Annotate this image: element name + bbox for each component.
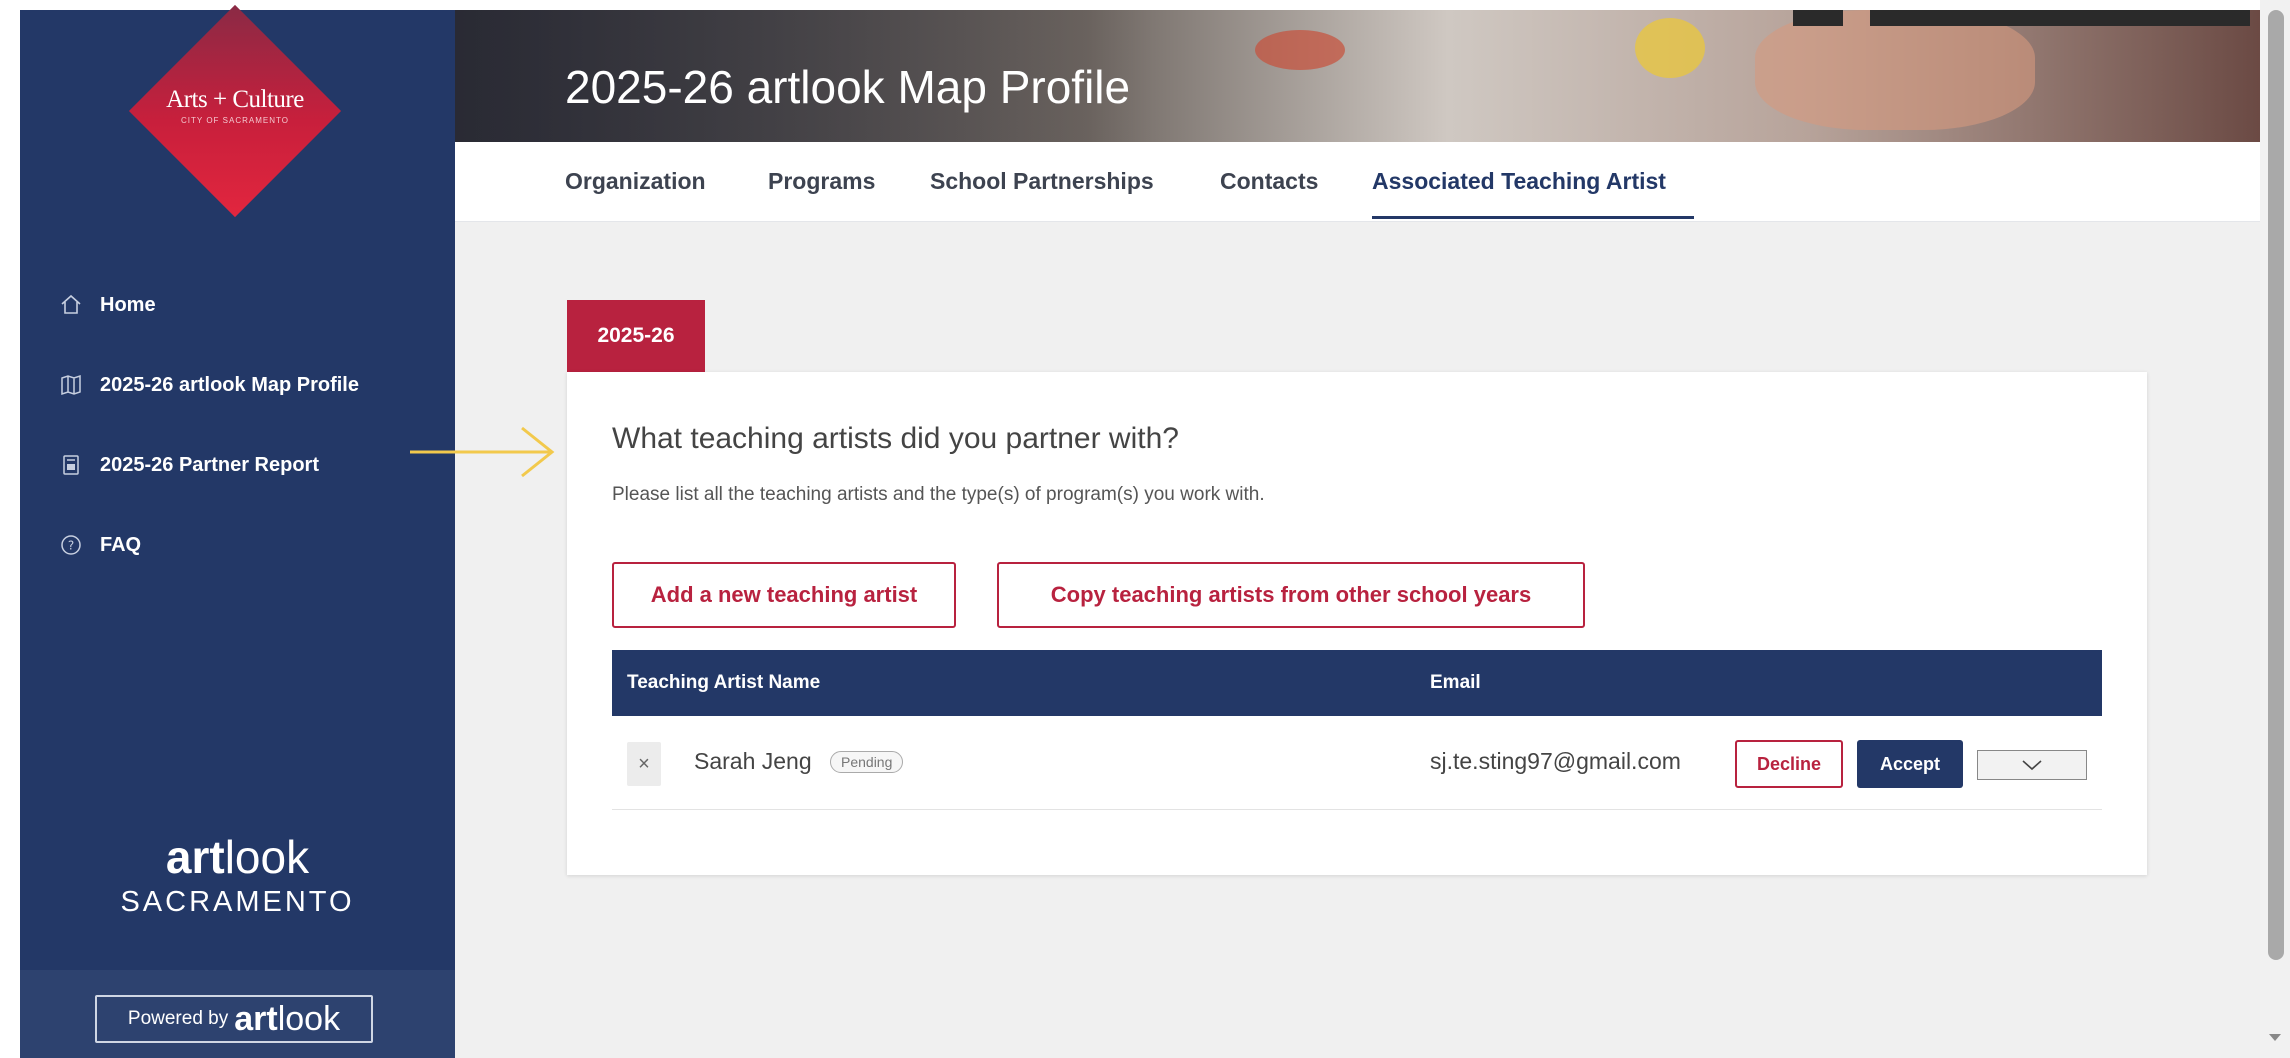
arts-culture-logo[interactable]: Arts + Culture CITY OF SACRAMENTO — [128, 4, 342, 218]
map-icon — [58, 372, 84, 398]
add-teaching-artist-button[interactable]: Add a new teaching artist — [612, 562, 956, 628]
app-window: Arts + Culture CITY OF SACRAMENTO Home 2… — [0, 0, 2290, 1058]
remove-artist-button[interactable]: × — [627, 742, 661, 786]
column-header-email: Email — [1430, 672, 1481, 693]
annotation-arrow-icon — [410, 426, 555, 478]
artlook-sacramento-logo: artlook SACRAMENTO — [20, 830, 455, 919]
scroll-down-arrow-icon[interactable] — [2268, 1030, 2282, 1044]
sidebar-item-label: FAQ — [100, 533, 142, 556]
banner-image-paint — [1255, 30, 1345, 70]
tab-programs[interactable]: Programs — [768, 168, 875, 195]
svg-text:?: ? — [68, 539, 74, 553]
sidebar-item-home[interactable]: Home — [20, 265, 455, 345]
accept-button[interactable]: Accept — [1857, 740, 1963, 788]
powered-by-wordmark: artlook — [234, 999, 341, 1038]
copy-teaching-artists-button[interactable]: Copy teaching artists from other school … — [997, 562, 1585, 628]
table-header: Teaching Artist Name Email — [612, 650, 2102, 716]
row-actions-dropdown[interactable] — [1977, 750, 2087, 780]
section-instructions: Please list all the teaching artists and… — [612, 484, 1265, 505]
profile-tabs: Organization Programs School Partnership… — [455, 142, 2260, 222]
year-tab-2025-26[interactable]: 2025-26 — [567, 300, 705, 372]
sidebar-item-partner-report[interactable]: 2025-26 Partner Report — [20, 425, 455, 505]
banner-control[interactable] — [1870, 10, 2250, 26]
home-icon — [58, 292, 84, 318]
sidebar: Arts + Culture CITY OF SACRAMENTO Home 2… — [20, 4, 455, 1058]
sidebar-item-faq[interactable]: ? FAQ — [20, 505, 455, 585]
decline-button[interactable]: Decline — [1735, 740, 1843, 788]
help-icon: ? — [58, 532, 84, 558]
logo-subtext: CITY OF SACRAMENTO — [181, 116, 289, 125]
sidebar-item-label: 2025-26 artlook Map Profile — [100, 373, 359, 396]
chevron-down-icon — [2022, 760, 2042, 771]
brand-wordmark: artlook — [165, 831, 310, 883]
sidebar-item-map-profile[interactable]: 2025-26 artlook Map Profile — [20, 345, 455, 425]
powered-by-text: Powered by — [127, 1008, 229, 1029]
page-title: 2025-26 artlook Map Profile — [565, 61, 1131, 113]
tab-school-partnerships[interactable]: School Partnerships — [930, 168, 1154, 195]
active-tab-indicator — [1372, 216, 1694, 219]
banner-image-hand — [1755, 10, 2035, 130]
tab-contacts[interactable]: Contacts — [1220, 168, 1318, 195]
tab-associated-teaching-artist[interactable]: Associated Teaching Artist — [1372, 168, 1666, 195]
report-icon — [58, 452, 84, 478]
teaching-artists-card: What teaching artists did you partner wi… — [567, 372, 2147, 875]
left-gutter — [0, 0, 20, 1058]
status-badge: Pending — [830, 751, 904, 773]
banner-image-paint — [1635, 18, 1705, 78]
column-header-name: Teaching Artist Name — [627, 672, 821, 693]
logo-text: Arts + Culture — [166, 86, 304, 113]
brand-city: SACRAMENTO — [120, 886, 355, 918]
section-question: What teaching artists did you partner wi… — [612, 422, 1179, 455]
artist-name: Sarah Jeng — [694, 748, 812, 774]
powered-by-artlook-link[interactable]: Powered by artlook — [95, 995, 373, 1043]
tab-organization[interactable]: Organization — [565, 168, 706, 195]
header-banner: 2025-26 artlook Map Profile — [455, 10, 2260, 142]
banner-control[interactable] — [1793, 10, 1843, 26]
page-scrollbar[interactable] — [2260, 0, 2290, 1058]
artist-email: sj.te.sting97@gmail.com — [1430, 748, 1681, 774]
sidebar-item-label: Home — [100, 293, 156, 316]
sidebar-item-label: 2025-26 Partner Report — [100, 453, 319, 476]
sidebar-nav: Home 2025-26 artlook Map Profile 2025-26… — [20, 265, 455, 585]
scrollbar-thumb[interactable] — [2268, 10, 2284, 960]
table-row: × Sarah Jeng Pending sj.te.sting97@gmail… — [612, 716, 2102, 810]
